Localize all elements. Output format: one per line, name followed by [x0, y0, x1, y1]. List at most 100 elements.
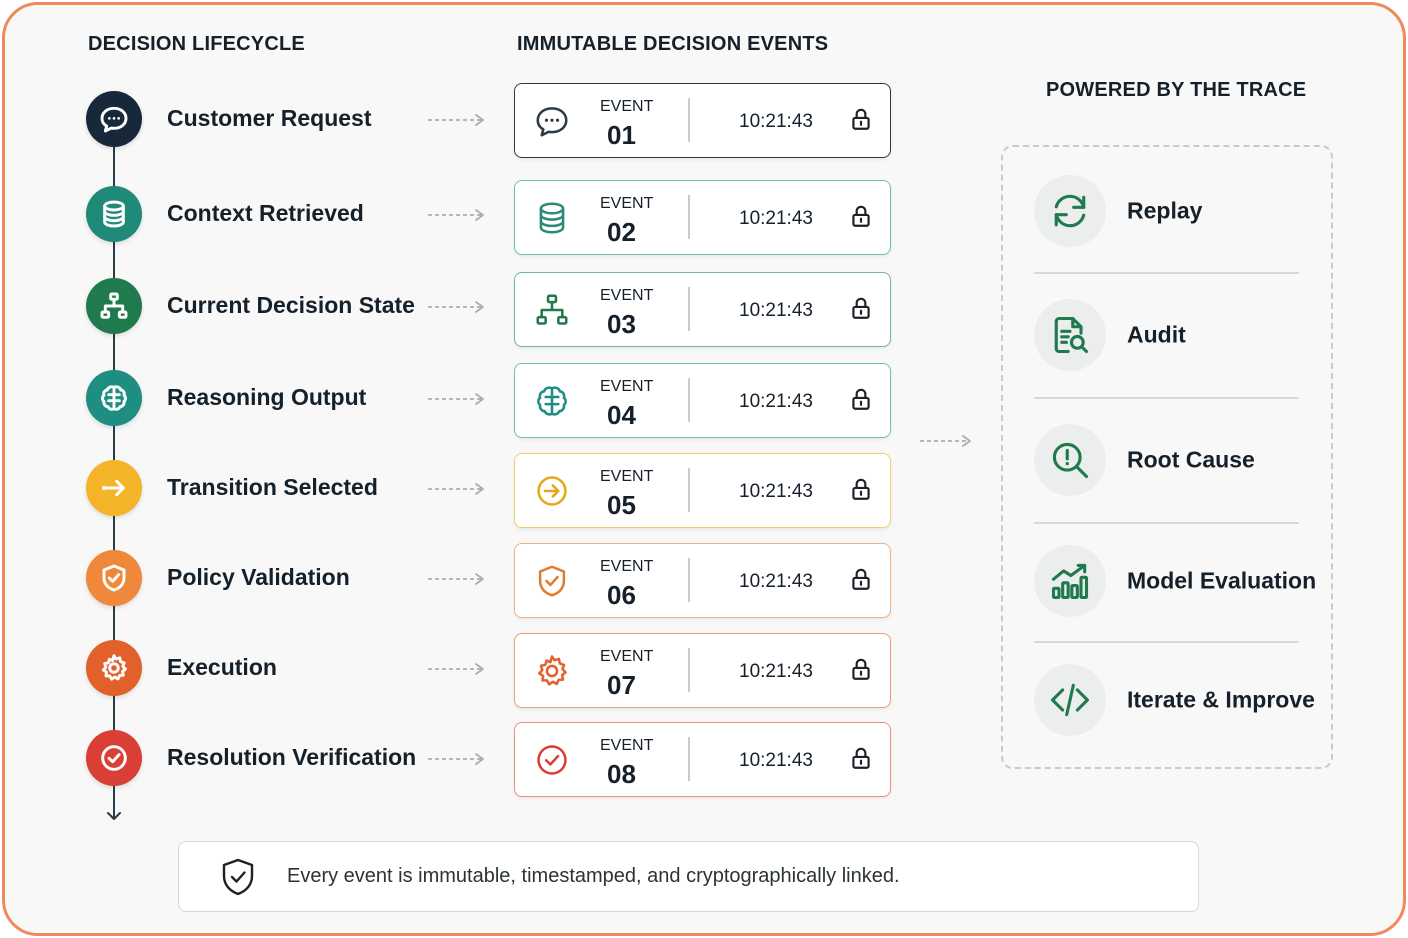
connector-arrow — [428, 301, 484, 313]
event-word: EVENT — [600, 195, 654, 212]
event-word: EVENT — [600, 558, 654, 575]
event-number: 02 — [607, 217, 636, 247]
lock-icon — [848, 745, 872, 773]
event-timestamp: 10:21:43 — [739, 300, 813, 321]
magnifier-alert-icon — [1034, 424, 1106, 496]
lifecycle-node — [86, 186, 142, 242]
event-divider — [688, 468, 690, 512]
arrow-right-icon — [101, 479, 125, 497]
event-number: 08 — [607, 759, 636, 789]
powered-heading: POWERED BY THE TRACE — [1046, 79, 1307, 101]
powered-item: Model Evaluation — [1034, 545, 1316, 617]
event-divider — [688, 648, 690, 692]
events-heading: IMMUTABLE DECISION EVENTS — [517, 33, 829, 55]
code-icon — [1034, 664, 1106, 736]
refresh-icon — [1034, 175, 1106, 247]
event-timestamp: 10:21:43 — [739, 661, 813, 682]
database-icon — [103, 200, 125, 228]
event-timestamp: 10:21:43 — [739, 391, 813, 412]
shield-check-icon — [222, 858, 254, 896]
event-number: 04 — [607, 400, 636, 430]
powered-divider — [1034, 397, 1299, 399]
event-card: EVENT 03 10:21:43 — [514, 272, 891, 347]
event-divider — [688, 287, 690, 331]
lifecycle-label: Context Retrieved — [167, 200, 364, 226]
lifecycle-node — [86, 278, 142, 334]
connector-arrow — [428, 209, 484, 221]
lifecycle-node — [86, 730, 142, 786]
database-icon — [533, 199, 571, 237]
lifecycle-label: Reasoning Output — [167, 384, 367, 410]
document-search-icon — [1034, 299, 1106, 371]
hierarchy-icon — [533, 291, 571, 329]
event-divider — [688, 378, 690, 422]
lifecycle-node — [86, 370, 142, 426]
connector-arrow — [428, 663, 484, 675]
event-divider — [688, 737, 690, 781]
event-timestamp: 10:21:43 — [739, 208, 813, 229]
event-number: 05 — [607, 490, 636, 520]
event-timestamp: 10:21:43 — [739, 111, 813, 132]
event-number: 07 — [607, 670, 636, 700]
powered-label: Replay — [1127, 197, 1203, 224]
event-word: EVENT — [600, 648, 654, 665]
timeline-down-arrow-icon — [107, 802, 121, 820]
lifecycle-label: Policy Validation — [167, 564, 350, 590]
brain-icon — [533, 382, 571, 420]
lifecycle-heading: DECISION LIFECYCLE — [88, 33, 305, 55]
shield-check-icon — [102, 564, 126, 592]
event-timestamp: 10:21:43 — [739, 481, 813, 502]
chat-bubble-icon — [100, 106, 128, 133]
event-card: EVENT 08 10:21:43 — [514, 722, 891, 797]
event-number: 01 — [607, 120, 636, 150]
powered-divider — [1034, 522, 1299, 524]
event-card: EVENT 04 10:21:43 — [514, 363, 891, 438]
event-timestamp: 10:21:43 — [739, 571, 813, 592]
event-timestamp: 10:21:43 — [739, 750, 813, 771]
event-word: EVENT — [600, 98, 654, 115]
powered-divider — [1034, 272, 1299, 274]
event-number: 06 — [607, 580, 636, 610]
check-circle-icon — [101, 745, 127, 771]
event-card: EVENT 07 10:21:43 — [514, 633, 891, 708]
footer-note: Every event is immutable, timestamped, a… — [178, 841, 1199, 912]
event-divider — [688, 98, 690, 142]
lifecycle-label: Execution — [167, 654, 277, 680]
event-card: EVENT 02 10:21:43 — [514, 180, 891, 255]
flow-arrow — [920, 435, 971, 447]
lock-icon — [848, 476, 872, 504]
event-word: EVENT — [600, 378, 654, 395]
event-word: EVENT — [600, 287, 654, 304]
gear-icon — [533, 652, 571, 690]
lifecycle-node — [86, 550, 142, 606]
connector-arrow — [428, 393, 484, 405]
powered-divider — [1034, 641, 1299, 643]
hierarchy-icon — [100, 292, 128, 319]
brain-icon — [101, 385, 127, 411]
lifecycle-label: Current Decision State — [167, 292, 415, 318]
lifecycle-label: Customer Request — [167, 105, 372, 131]
powered-item: Replay — [1034, 175, 1304, 247]
powered-item: Root Cause — [1034, 424, 1304, 496]
shield-check-icon — [533, 562, 571, 600]
event-card: EVENT 06 10:21:43 — [514, 543, 891, 618]
powered-label: Model Evaluation — [1127, 567, 1317, 594]
event-word: EVENT — [600, 737, 654, 754]
lock-icon — [848, 566, 872, 594]
powered-label: Iterate & Improve — [1127, 686, 1315, 713]
lifecycle-node — [86, 640, 142, 696]
check-circle-icon — [533, 741, 571, 779]
event-word: EVENT — [600, 468, 654, 485]
connector-arrow — [428, 753, 484, 765]
lifecycle-label: Resolution Verification — [167, 744, 417, 770]
powered-label: Audit — [1127, 321, 1186, 348]
event-card: EVENT 05 10:21:43 — [514, 453, 891, 528]
arrow-right-icon — [533, 472, 571, 510]
lock-icon — [848, 386, 872, 414]
lifecycle-node — [86, 91, 142, 147]
gear-icon — [101, 654, 127, 681]
lock-icon — [848, 656, 872, 684]
connector-arrow — [428, 573, 484, 585]
lock-icon — [848, 203, 872, 231]
bar-chart-trend-icon — [1034, 545, 1106, 617]
